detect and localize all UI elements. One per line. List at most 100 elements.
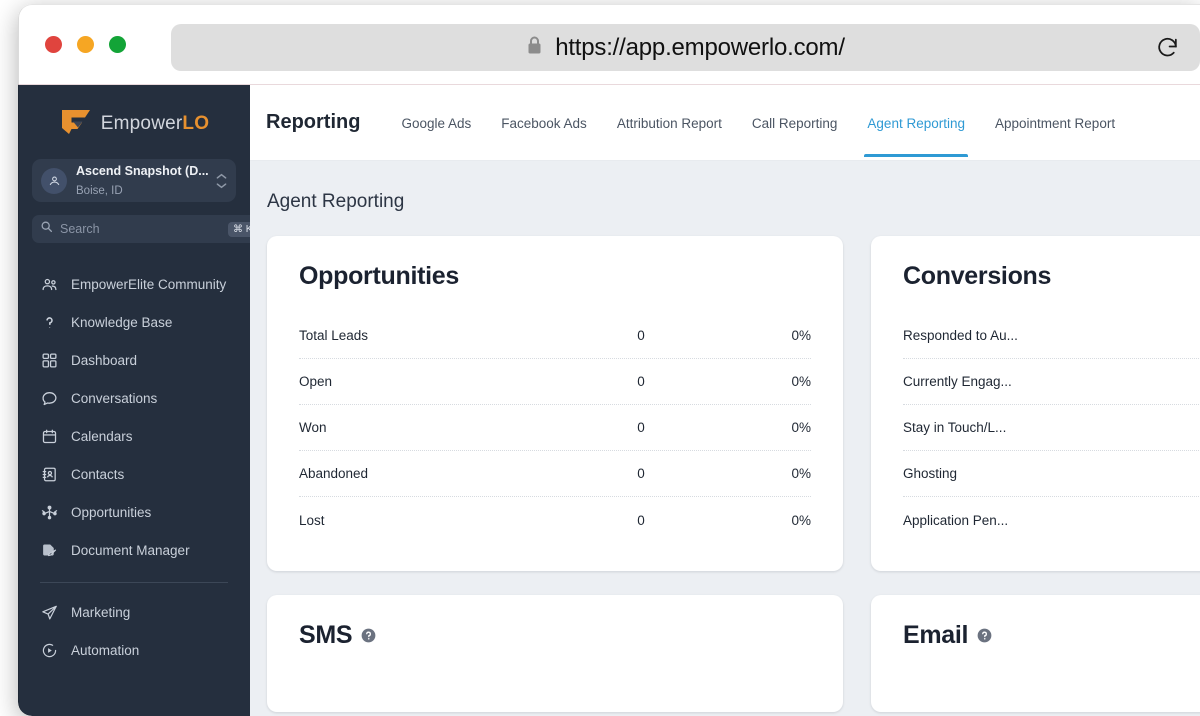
minimize-window-button[interactable] [77, 35, 94, 53]
sidebar-item-empowerelite-community[interactable]: EmpowerElite Community [18, 265, 250, 303]
conversion-label: Currently Engag... [903, 374, 1012, 389]
sidebar-item-label: EmpowerElite Community [71, 276, 227, 292]
metric-label: Lost [299, 512, 325, 528]
tab-call-reporting[interactable]: Call Reporting [737, 88, 853, 157]
metric-label: Won [299, 420, 327, 435]
sidebar-divider [40, 582, 228, 583]
tab-appointment-report[interactable]: Appointment Report [980, 88, 1130, 157]
sidebar-item-dashboard[interactable]: Dashboard [18, 341, 250, 379]
account-name: Ascend Snapshot (D... [76, 164, 209, 179]
cards-column-left: Opportunities Total Leads 0 0% Open 0 0% [267, 236, 843, 712]
sidebar-item-knowledge-base[interactable]: Knowledge Base [18, 303, 250, 341]
tab-attribution-report[interactable]: Attribution Report [602, 88, 737, 157]
table-row: Won 0 0% [299, 405, 811, 451]
email-card-title: Email [903, 621, 969, 649]
table-row: Responded to Au... [903, 313, 1200, 359]
browser-window: https://app.empowerlo.com/ EmpowerLO Asc… [18, 4, 1200, 716]
sidebar: EmpowerLO Ascend Snapshot (D... Boise, I… [18, 85, 287, 716]
metric-label: Abandoned [299, 466, 369, 481]
metric-label: Total Leads [299, 328, 369, 343]
sidebar-item-label: Conversations [71, 390, 158, 406]
url-text: https://app.empowerlo.com/ [555, 33, 845, 61]
main-content: Reporting Google Ads Facebook Ads Attrib… [250, 85, 1200, 716]
metric-value: 0 [637, 466, 645, 481]
sidebar-item-label: Knowledge Base [71, 314, 173, 330]
metric-percent: 0% [791, 512, 811, 528]
conversions-card-title: Conversions [903, 262, 1052, 290]
reload-icon[interactable] [1154, 35, 1180, 61]
sms-card: SMS [267, 595, 843, 712]
page-section-title: Reporting [266, 111, 361, 133]
document-edit-icon [40, 542, 58, 559]
window-traffic-lights [45, 35, 126, 53]
sidebar-item-label: Marketing [71, 604, 131, 620]
calendar-icon [40, 428, 58, 445]
report-cards-grid: Opportunities Total Leads 0 0% Open 0 0% [250, 213, 1200, 712]
dashboard-grid-icon [40, 352, 58, 369]
table-row: Open 0 0% [299, 359, 811, 405]
sidebar-item-conversations[interactable]: Conversations [18, 379, 250, 417]
browser-titlebar: https://app.empowerlo.com/ [18, 4, 1200, 84]
app-logo[interactable]: EmpowerLO [18, 85, 250, 159]
lock-icon [526, 35, 543, 60]
address-bar[interactable]: https://app.empowerlo.com/ [171, 24, 1200, 71]
metric-percent: 0% [791, 420, 811, 435]
table-row: Ghosting [903, 451, 1200, 497]
logo-word-lo: LO [182, 113, 210, 134]
table-row: Total Leads 0 0% [299, 313, 811, 359]
cards-column-right: Conversions Responded to Au... Currently… [871, 236, 1200, 712]
metric-percent: 0% [791, 466, 811, 481]
search-icon [40, 220, 53, 238]
help-circle-icon[interactable] [361, 621, 376, 650]
sidebar-item-contacts[interactable]: Contacts [18, 455, 250, 493]
paper-plane-icon [40, 604, 58, 621]
tab-agent-reporting[interactable]: Agent Reporting [852, 88, 980, 157]
page-title: Agent Reporting [267, 191, 405, 212]
tab-facebook-ads[interactable]: Facebook Ads [486, 88, 602, 157]
account-location: Boise, ID [76, 184, 123, 197]
table-row: Abandoned 0 0% [299, 451, 811, 497]
opportunities-card: Opportunities Total Leads 0 0% Open 0 0% [267, 236, 843, 571]
sidebar-item-label: Dashboard [71, 352, 138, 368]
sms-card-title: SMS [299, 621, 353, 649]
metric-value: 0 [637, 420, 645, 435]
email-card: Email [871, 595, 1200, 712]
report-tabbar: Reporting Google Ads Facebook Ads Attrib… [250, 85, 1200, 161]
opportunities-network-icon [40, 504, 58, 521]
conversion-label: Application Pen... [903, 512, 1009, 528]
sidebar-item-label: Document Manager [71, 542, 190, 558]
search-box[interactable]: ⌘ K [32, 215, 264, 243]
sidebar-item-calendars[interactable]: Calendars [18, 417, 250, 455]
metric-label: Open [299, 374, 333, 389]
contacts-book-icon [40, 466, 58, 483]
tab-google-ads[interactable]: Google Ads [386, 88, 486, 157]
sidebar-item-label: Opportunities [71, 504, 152, 520]
search-input[interactable] [60, 222, 221, 236]
app-logo-text: EmpowerLO [101, 113, 209, 135]
empowerlo-logo-icon [59, 107, 93, 142]
close-window-button[interactable] [45, 35, 62, 53]
table-row: Application Pen... [903, 497, 1200, 543]
table-row: Currently Engag... [903, 359, 1200, 405]
metric-percent: 0% [791, 328, 811, 343]
metric-value: 0 [637, 374, 645, 389]
location-pin-avatar-icon [41, 167, 67, 194]
conversion-label: Ghosting [903, 466, 958, 481]
sidebar-item-opportunities[interactable]: Opportunities [18, 493, 250, 531]
metric-percent: 0% [791, 374, 811, 389]
account-switcher[interactable]: Ascend Snapshot (D... Boise, ID [32, 159, 236, 202]
users-group-icon [40, 276, 58, 293]
sidebar-item-document-manager[interactable]: Document Manager [18, 531, 250, 569]
sidebar-nav: EmpowerElite Community Knowledge Base Da… [18, 265, 250, 669]
sidebar-item-marketing[interactable]: Marketing [18, 593, 250, 631]
play-circle-icon [40, 642, 58, 659]
zoom-window-button[interactable] [109, 35, 126, 53]
table-row: Stay in Touch/L... [903, 405, 1200, 451]
sidebar-item-automation[interactable]: Automation [18, 631, 250, 669]
table-row: Lost 0 0% [299, 497, 811, 543]
help-circle-icon[interactable] [977, 621, 992, 650]
conversion-label: Responded to Au... [903, 328, 1018, 343]
chevron-up-down-icon [216, 173, 227, 189]
metric-value: 0 [637, 328, 645, 343]
sidebar-search-row: ⌘ K [32, 215, 287, 243]
